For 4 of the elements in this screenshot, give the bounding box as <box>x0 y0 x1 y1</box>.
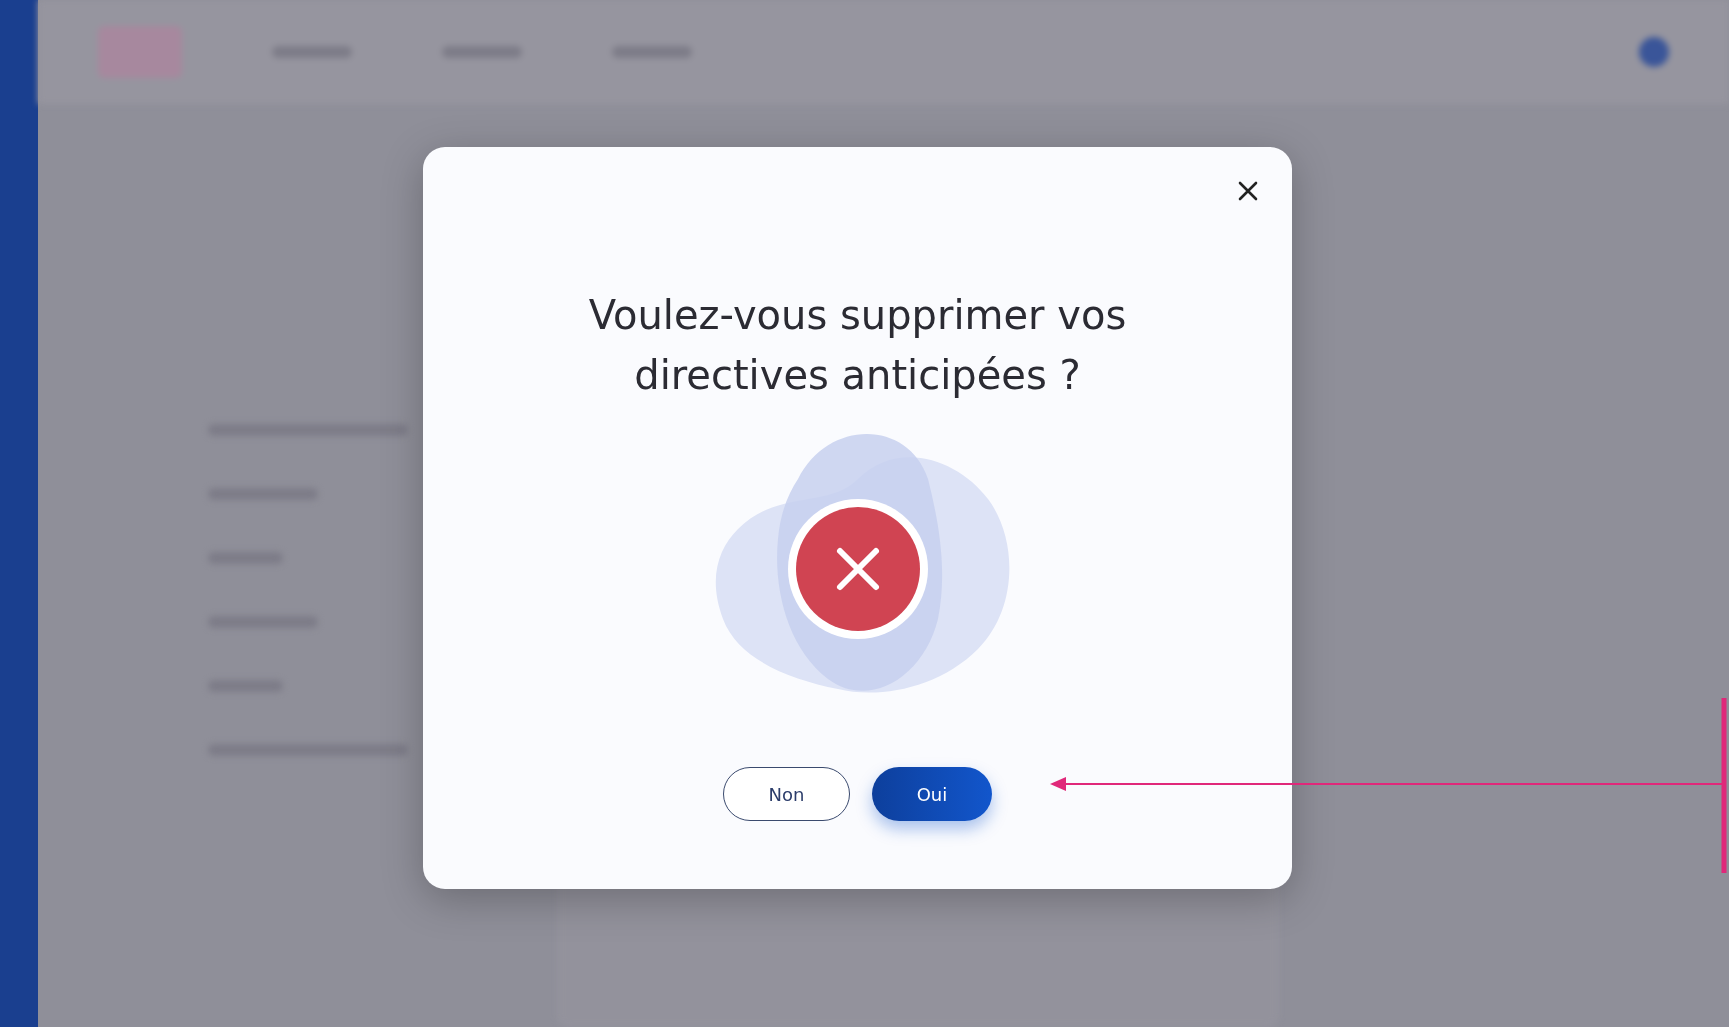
cancel-button[interactable]: Non <box>723 767 850 821</box>
dialog-title: Voulez-vous supprimer vos directives anticipées ? <box>587 291 1128 400</box>
close-icon <box>1238 181 1258 201</box>
confirm-button[interactable]: Oui <box>872 767 992 821</box>
